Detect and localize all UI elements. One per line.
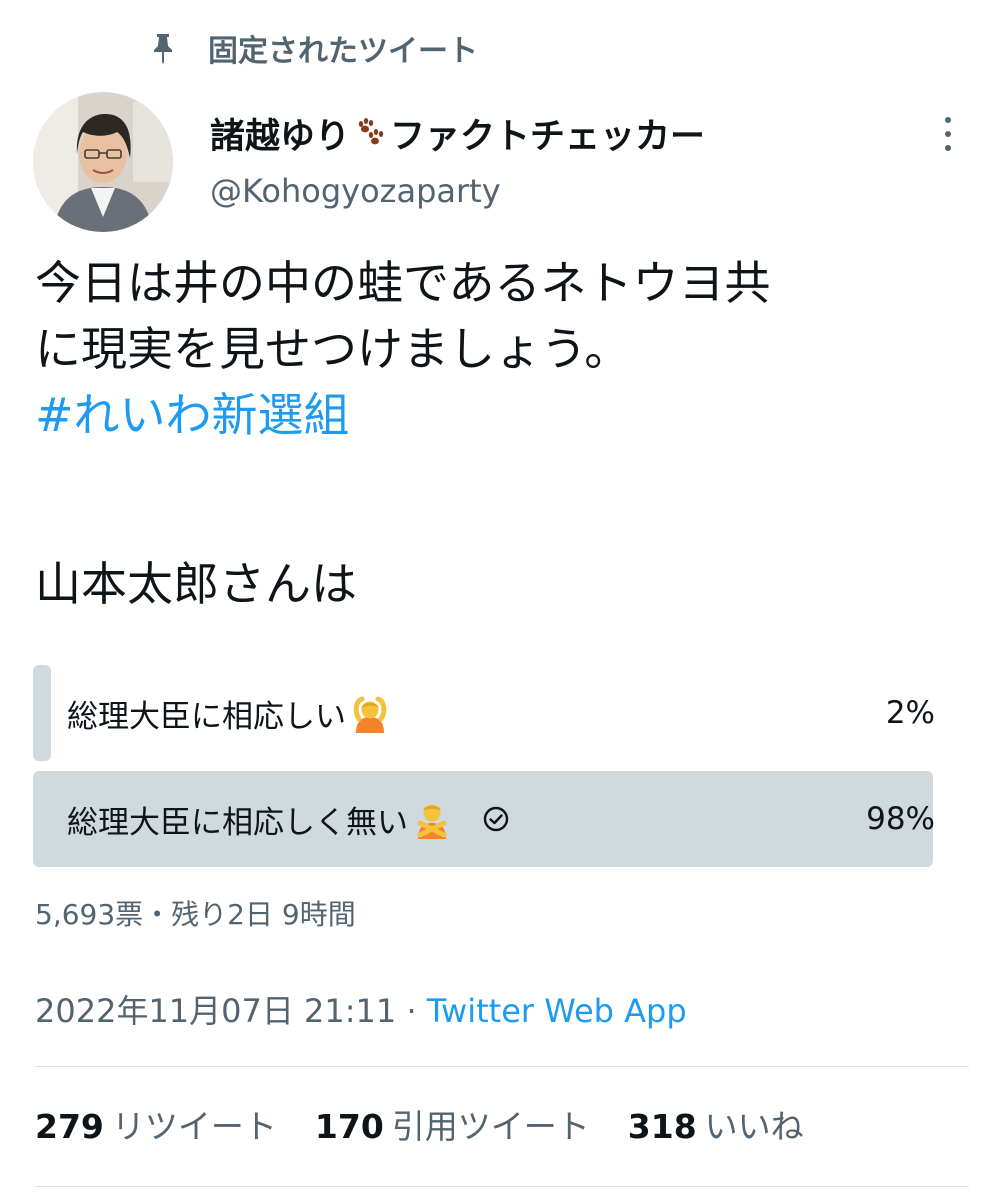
poll-result-bar <box>33 665 51 761</box>
stat-label: 引用ツイート <box>391 1107 590 1146</box>
like-count-stat[interactable]: 318 いいね <box>628 1100 804 1148</box>
stat-count: 279 <box>35 1107 104 1146</box>
stat-count: 318 <box>627 1107 697 1146</box>
more-options-icon[interactable] <box>936 114 960 154</box>
checkmark-circle-icon <box>483 806 509 832</box>
quote-tweet-count-stat[interactable]: 170 引用ツイート <box>315 1100 590 1148</box>
poll-question: 山本太郎さんは <box>35 557 357 611</box>
poll-meta: 5,693票・残り2日 9時間 <box>35 898 356 931</box>
retweet-count-stat[interactable]: 279 リツイート <box>35 1100 277 1148</box>
tweet-text: 今日は井の中の蛙であるネトウヨ共 に現実を見せつけましょう。 #れいわ新選組 <box>35 250 975 448</box>
avatar[interactable] <box>33 92 173 232</box>
pinned-indicator: 固定されたツイート <box>150 28 478 69</box>
gesturing-ok-emoji-icon <box>353 696 387 733</box>
tweet-line: に現実を見せつけましょう。 <box>35 322 631 376</box>
paw-prints-icon <box>358 118 384 145</box>
poll-option-label-row: 総理大臣に相応しい <box>67 665 390 761</box>
stat-label: リツイート <box>111 1107 277 1146</box>
pin-icon <box>154 34 172 64</box>
timestamp-row: 2022年11月07日 21:11 · Twitter Web App <box>35 986 687 1032</box>
divider <box>35 1186 969 1187</box>
poll-option: 総理大臣に相応しい 2% <box>33 665 951 761</box>
author-name-suffix[interactable]: ファクトチェッカー <box>390 108 705 159</box>
author-name[interactable]: 諸越ゆり <box>210 108 350 159</box>
source-link[interactable]: Twitter Web App <box>427 992 687 1030</box>
tweet-line: 今日は井の中の蛙であるネトウヨ共 <box>35 256 771 310</box>
engagement-stats: 279 リツイート 170 引用ツイート 318 いいね <box>35 1100 842 1148</box>
pinned-label: 固定されたツイート <box>208 34 478 69</box>
timestamp[interactable]: 2022年11月07日 21:11 <box>35 992 396 1030</box>
avatar-image <box>33 92 173 232</box>
timestamp-separator: · <box>396 992 427 1030</box>
poll-option: 総理大臣に相応しく無い 98% <box>33 771 951 867</box>
author-name-row[interactable]: 諸越ゆり ファクトチェッカー <box>210 108 705 159</box>
divider <box>35 1066 969 1067</box>
poll-option-percent: 2% <box>885 695 935 731</box>
stat-label: いいね <box>704 1107 804 1146</box>
gesturing-no-emoji-icon <box>417 804 447 839</box>
stat-count: 170 <box>314 1107 384 1146</box>
poll-option-label: 総理大臣に相応しい <box>67 698 346 735</box>
poll-option-percent: 98% <box>866 801 935 837</box>
hashtag-link[interactable]: #れいわ新選組 <box>35 382 975 448</box>
poll-option-label: 総理大臣に相応しく無い <box>67 804 408 841</box>
author-handle[interactable]: @Kohogyozaparty <box>210 172 501 210</box>
poll-option-label-row: 総理大臣に相応しく無い <box>67 771 510 867</box>
